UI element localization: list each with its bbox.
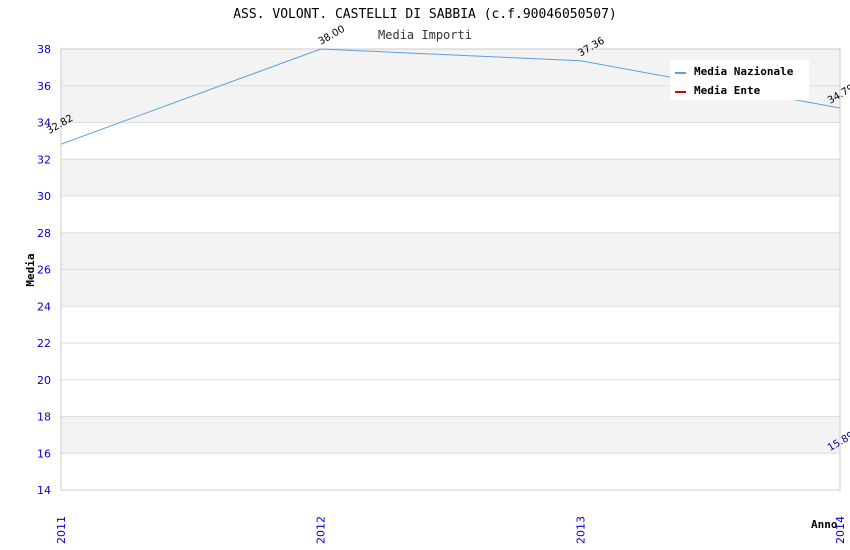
- y-tick-label: 38: [37, 43, 51, 56]
- y-tick-label: 16: [37, 447, 51, 460]
- legend-label-media-ente: Media Ente: [694, 84, 761, 97]
- y-tick-label: 28: [37, 227, 51, 240]
- grid-band: [61, 416, 840, 454]
- y-tick-label: 30: [37, 190, 51, 203]
- grid-band: [61, 269, 840, 307]
- chart-subtitle: Media Importi: [378, 28, 472, 42]
- x-tick-label: 2011: [55, 516, 68, 544]
- legend: Media Nazionale Media Ente: [670, 60, 809, 100]
- legend-label-media-nazionale: Media Nazionale: [694, 65, 794, 78]
- grid-bands: [61, 49, 840, 454]
- y-tick-label: 14: [37, 484, 51, 497]
- x-ticks: 2011 2012 2013 2014: [55, 516, 847, 544]
- line-chart: 14161820222426283032343638 2011 2012 2013 2…: [24, 7, 850, 544]
- y-tick-label: 24: [37, 300, 51, 313]
- x-axis-label: Anno: [811, 518, 838, 531]
- x-tick-label: 2012: [315, 516, 328, 544]
- grid-band: [61, 232, 840, 270]
- y-ticks: 14161820222426283032343638: [37, 43, 51, 497]
- y-tick-label: 20: [37, 374, 51, 387]
- chart-title: ASS. VOLONT. CASTELLI DI SABBIA (c.f.900…: [233, 7, 617, 22]
- y-tick-label: 36: [37, 80, 51, 93]
- x-tick-label: 2013: [574, 516, 587, 544]
- y-tick-label: 32: [37, 153, 51, 166]
- y-tick-label: 18: [37, 411, 51, 424]
- data-label: 38.00: [317, 24, 347, 48]
- y-tick-label: 26: [37, 264, 51, 277]
- y-axis-label: Media: [24, 253, 37, 286]
- y-tick-label: 22: [37, 337, 51, 350]
- grid-band: [61, 159, 840, 196]
